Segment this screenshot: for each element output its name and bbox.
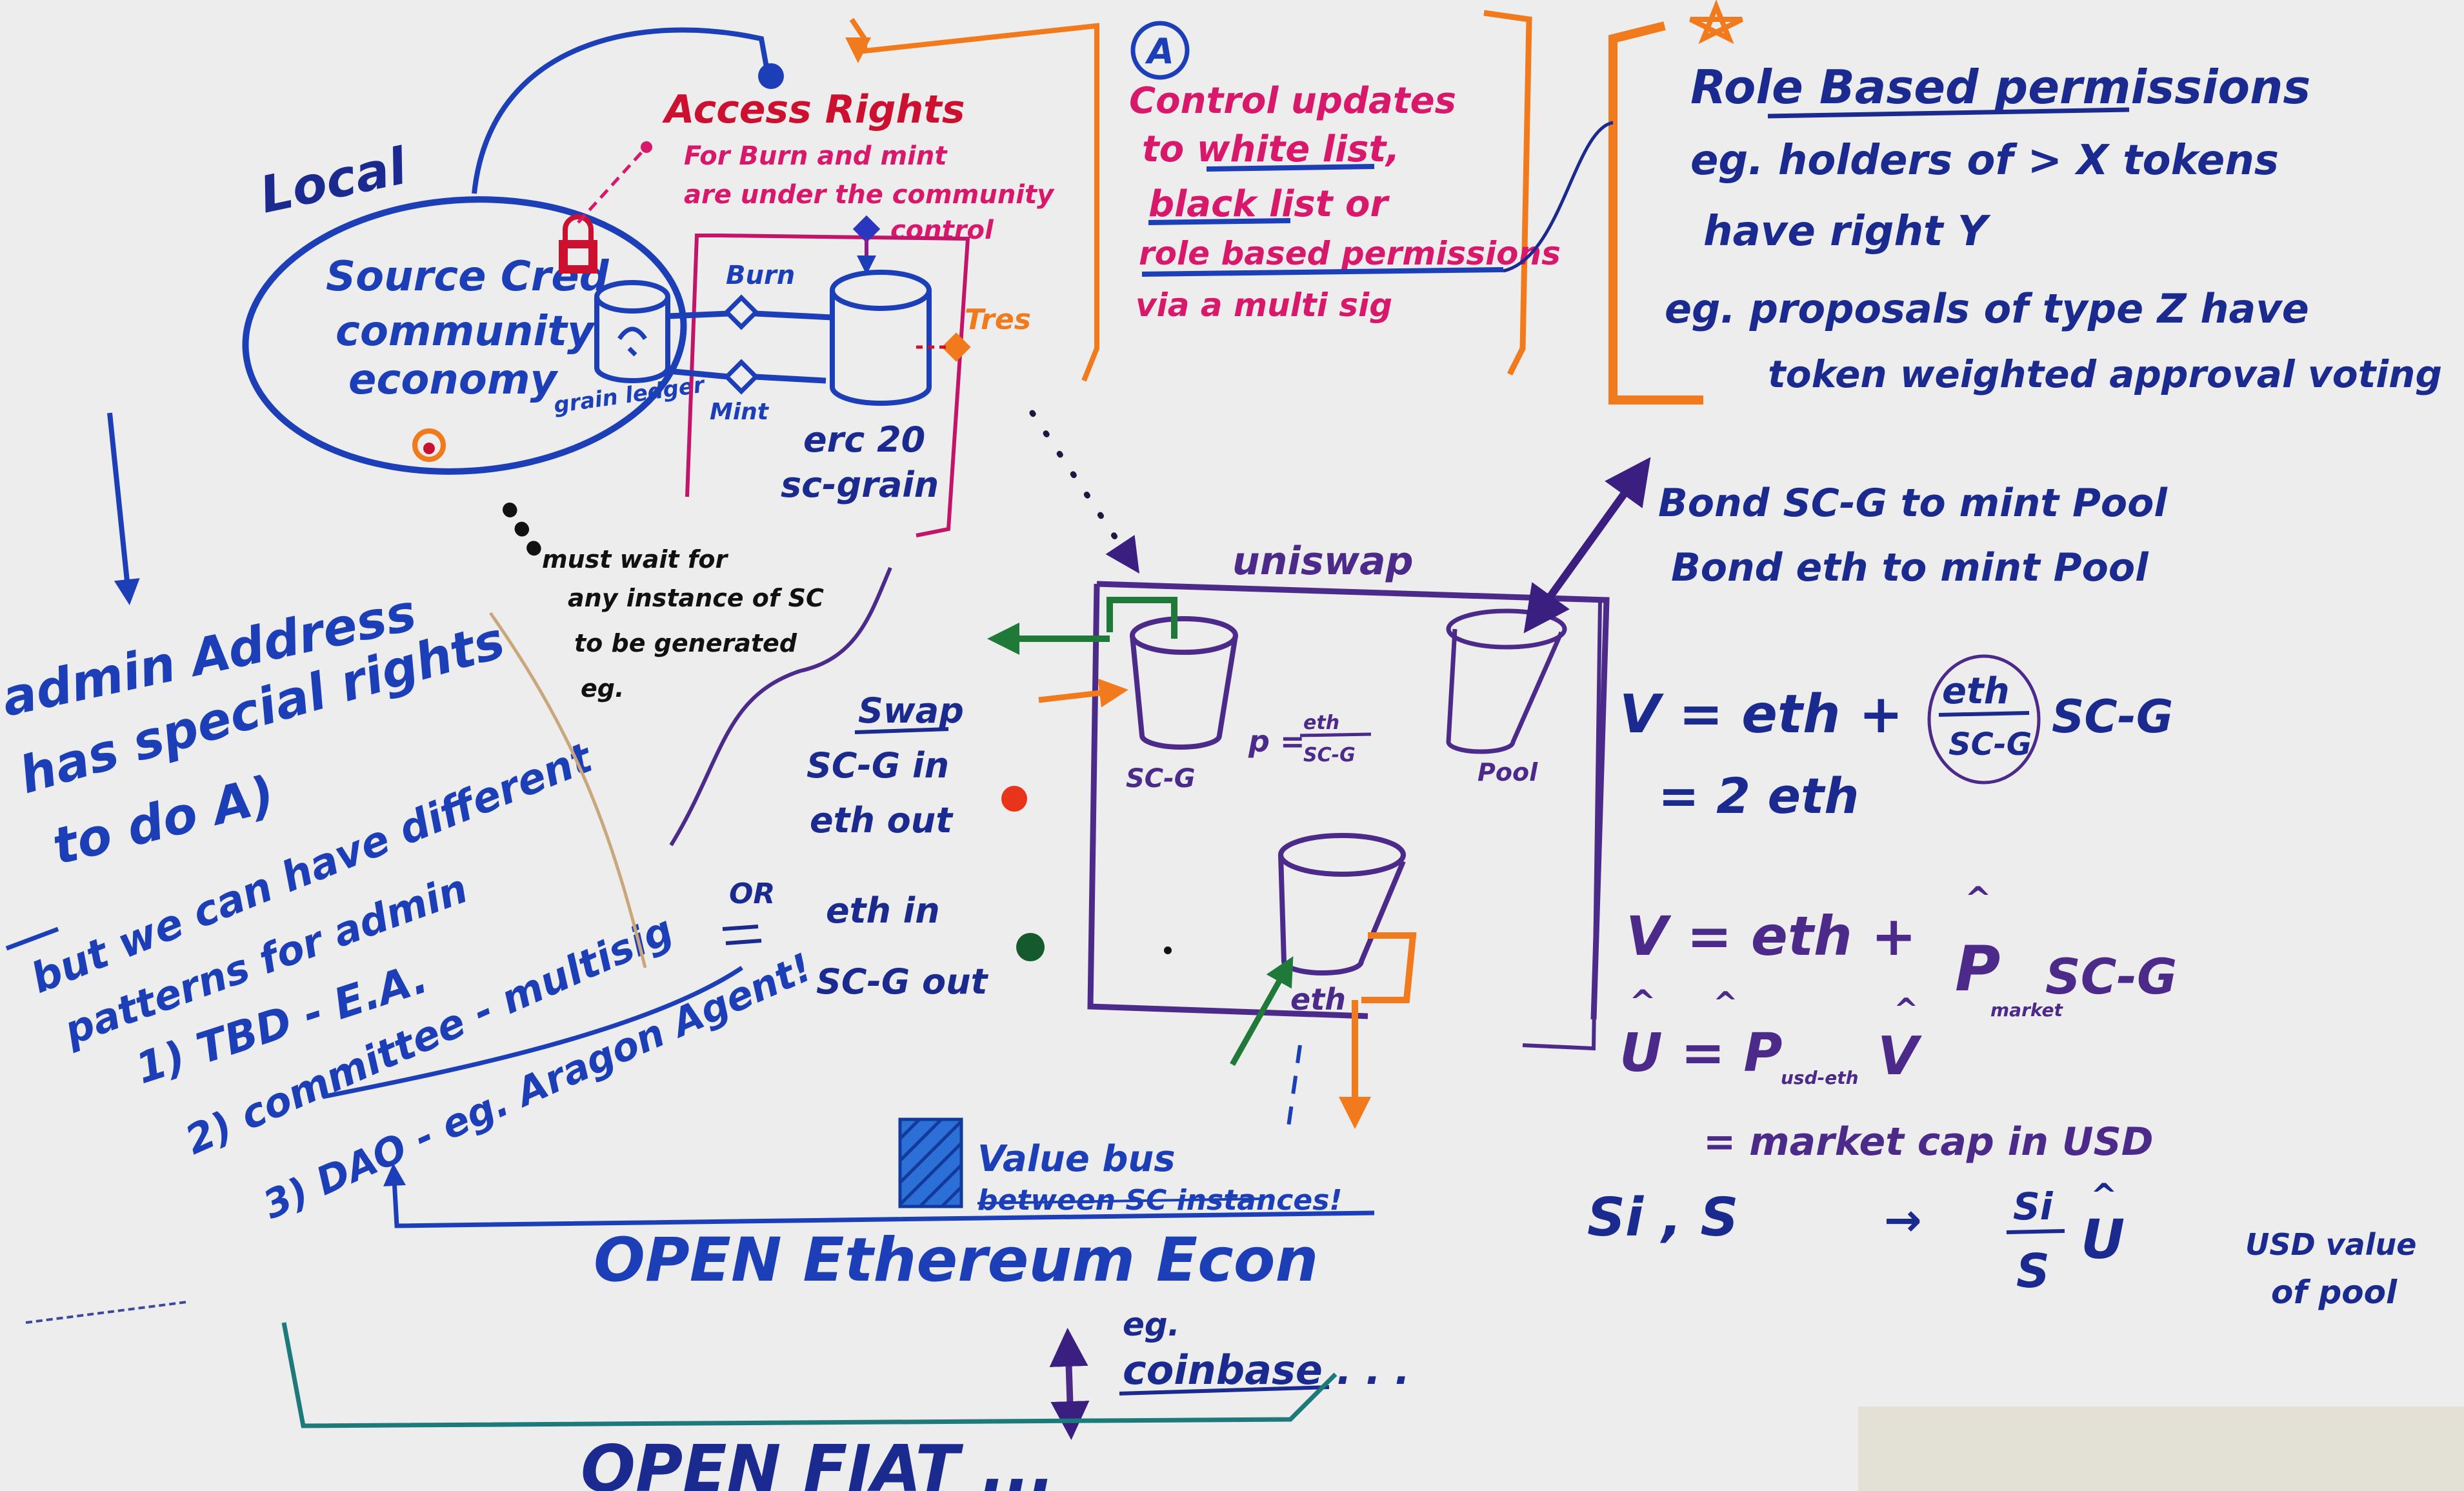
formula-v3-sub: usd-eth xyxy=(1781,1067,1859,1088)
formula-frac-num: Si xyxy=(2013,1185,2054,1228)
value-bus-swatch xyxy=(898,1117,963,1208)
swap-or: OR xyxy=(729,877,775,910)
role-line-3: eg. proposals of type Z have xyxy=(1665,285,2309,332)
formula-v1-num: eth xyxy=(1942,670,2010,712)
formula-v3: U = P xyxy=(1619,1023,1783,1084)
price-num: eth xyxy=(1303,712,1339,734)
formula-v3-p-hat: ^ xyxy=(1713,985,1738,1020)
formula-v3-v-hat: ^ xyxy=(1894,992,1919,1026)
formula-v2-tail: SC-G xyxy=(2045,948,2177,1005)
formula-v1: V = eth + xyxy=(1619,684,1903,745)
coinbase-label: coinbase . . . xyxy=(1123,1346,1410,1394)
bond-line-1: Bond SC-G to mint Pool xyxy=(1658,481,2168,526)
uniswap-dot xyxy=(1164,946,1172,954)
formula-frac-line xyxy=(2006,1229,2065,1234)
access-rights-title: Access Rights xyxy=(662,87,965,132)
sc-grain-label: sc-grain xyxy=(781,465,939,505)
lock-connector-dot xyxy=(641,141,652,153)
price-p: p = xyxy=(1248,724,1305,759)
formula-v2-hat: ^ xyxy=(1965,880,1992,917)
open-eth-label: OPEN Ethereum Econ xyxy=(594,1225,1318,1296)
coinbase-eg: eg. xyxy=(1123,1306,1180,1343)
role-based-title: Role Based permissions xyxy=(1690,60,2310,114)
formula-v1-frac-line xyxy=(1938,711,2030,717)
access-note-line-2: are under the community xyxy=(684,180,1055,210)
erc20-label: erc 20 xyxy=(803,419,925,460)
swap-green-dot xyxy=(1016,933,1045,961)
control-line-4: role based permissions xyxy=(1139,235,1561,272)
sc-g-bucket-label: SC-G xyxy=(1126,764,1196,794)
price-den: SC-G xyxy=(1303,744,1356,766)
burn-label: Burn xyxy=(726,261,795,290)
formula-u-hat: U xyxy=(2081,1208,2125,1271)
formula-frac-den: S xyxy=(2016,1244,2050,1298)
bottom-cut-text: OPEN FIAT ... xyxy=(581,1431,1055,1491)
coinbase-arrow xyxy=(1049,1328,1090,1440)
must-wait-line-2: any instance of SC xyxy=(568,584,824,612)
swap-line-1: SC-G in xyxy=(806,745,949,786)
bond-line-2: Bond eth to mint Pool xyxy=(1671,545,2149,590)
formula-v3-tail: V xyxy=(1878,1026,1922,1087)
must-wait-line-4: eg. xyxy=(581,674,624,703)
swap-line-3: eth in xyxy=(826,890,940,931)
economy-text: economy xyxy=(348,356,559,404)
black-list-underline xyxy=(1148,218,1291,225)
blue-top-dot xyxy=(758,63,784,89)
control-line-2: to white list, xyxy=(1142,128,1400,170)
marker-a-label: A xyxy=(1145,31,1174,72)
pool-bucket-label: Pool xyxy=(1477,758,1538,786)
must-wait-line-3: to be generated xyxy=(574,629,797,657)
formula-si-s: Si , S xyxy=(1587,1187,1738,1248)
formula-market-cap: = market cap in USD xyxy=(1703,1119,2154,1165)
white-list-underline xyxy=(1206,164,1375,172)
swap-red-dot xyxy=(1001,786,1027,812)
treasury-label: Tres xyxy=(965,303,1031,336)
swap-title: Swap xyxy=(858,690,964,731)
swap-line-4: SC-G out xyxy=(816,961,989,1002)
formula-v3-hat: ^ xyxy=(1629,983,1656,1021)
formula-usd-value: USD value xyxy=(2245,1227,2416,1262)
formula-v2-p: P xyxy=(1955,933,2000,1005)
must-wait-line-1: must wait for xyxy=(542,545,728,574)
formula-of-pool: of pool xyxy=(2271,1274,2398,1311)
role-line-2: have right Y xyxy=(1703,208,1991,255)
whiteboard: Local Source Cred community economy grai… xyxy=(0,0,2464,1491)
swap-line-2: eth out xyxy=(810,800,954,841)
role-line-4: token weighted approval voting xyxy=(1768,352,2442,396)
control-line-5: via a multi sig xyxy=(1136,286,1392,324)
access-note-line-3: control xyxy=(890,215,994,245)
tray-strip xyxy=(1858,1406,2464,1491)
price-frac-line xyxy=(1299,732,1372,737)
uniswap-title: uniswap xyxy=(1232,539,1414,584)
role-line-1: eg. holders of > X tokens xyxy=(1690,137,2279,185)
formula-v1-den: SC-G xyxy=(1948,726,2032,763)
mint-label: Mint xyxy=(710,399,770,425)
formula-v1-tail: SC-G xyxy=(2052,690,2173,743)
control-line-1: Control updates xyxy=(1129,80,1456,122)
formula-arrow: → xyxy=(1884,1194,1922,1246)
eth-bucket-label: eth xyxy=(1290,982,1346,1017)
red-dot xyxy=(423,443,435,454)
formula-v2: V = eth + xyxy=(1626,905,1916,968)
value-bus-line-1: Value bus xyxy=(977,1138,1176,1180)
formula-v1-result: = 2 eth xyxy=(1658,767,1859,825)
access-note-line-1: For Burn and mint xyxy=(684,141,948,171)
community-text: community xyxy=(336,308,596,355)
